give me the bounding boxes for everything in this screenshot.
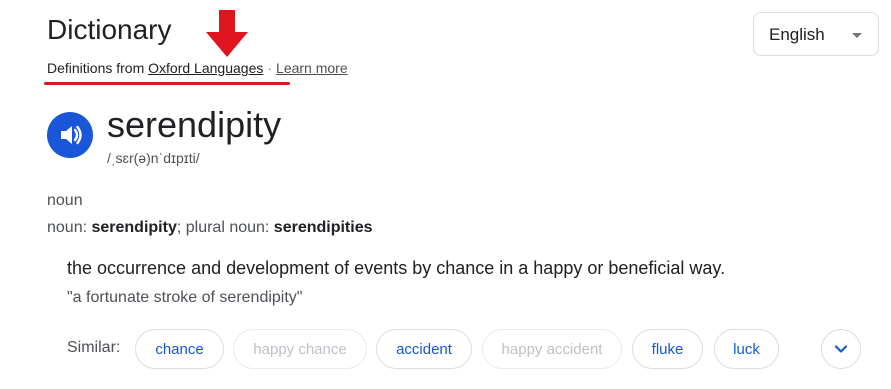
- chevron-down-icon: [834, 345, 848, 353]
- similar-chip-accident[interactable]: accident: [376, 329, 472, 369]
- similar-chip-happy-accident[interactable]: happy accident: [482, 329, 622, 369]
- similar-label: Similar:: [67, 339, 121, 356]
- form-plural: serendipities: [273, 219, 373, 236]
- word-forms: noun: serendipity; plural noun: serendip…: [47, 219, 373, 237]
- definition-text: the occurrence and development of events…: [67, 258, 726, 278]
- similar-chip-luck[interactable]: luck: [714, 329, 779, 369]
- example-sentence: "a fortunate stroke of serendipity": [67, 289, 303, 306]
- phonetic-transcription: /ˌsɛr(ə)nˈdɪpɪti/: [107, 150, 200, 166]
- red-arrow-down-icon: [204, 10, 250, 63]
- headword: serendipity: [107, 104, 282, 145]
- language-select-value: English: [769, 25, 825, 44]
- speaker-icon[interactable]: [47, 112, 93, 158]
- similar-chip-happy-chance[interactable]: happy chance: [233, 329, 367, 369]
- part-of-speech: noun: [47, 192, 83, 209]
- forms-label-noun: noun:: [47, 219, 92, 236]
- separator-dot: ·: [267, 60, 273, 76]
- dropdown-caret-icon: [852, 33, 862, 38]
- definitions-source: Definitions from Oxford Languages · Learn …: [47, 60, 348, 76]
- red-underline-annotation: [44, 82, 290, 85]
- forms-label-plural: ; plural noun:: [176, 219, 274, 236]
- source-prefix: Definitions from: [47, 60, 145, 76]
- language-select[interactable]: English: [753, 12, 879, 56]
- expand-similar-button[interactable]: [821, 329, 861, 369]
- similar-chip-chance[interactable]: chance: [135, 329, 224, 369]
- form-singular: serendipity: [91, 219, 177, 236]
- dictionary-title: Dictionary: [47, 14, 172, 45]
- oxford-languages-link[interactable]: Oxford Languages: [148, 60, 263, 76]
- learn-more-link[interactable]: Learn more: [276, 60, 348, 76]
- similar-chip-fluke[interactable]: fluke: [632, 329, 703, 369]
